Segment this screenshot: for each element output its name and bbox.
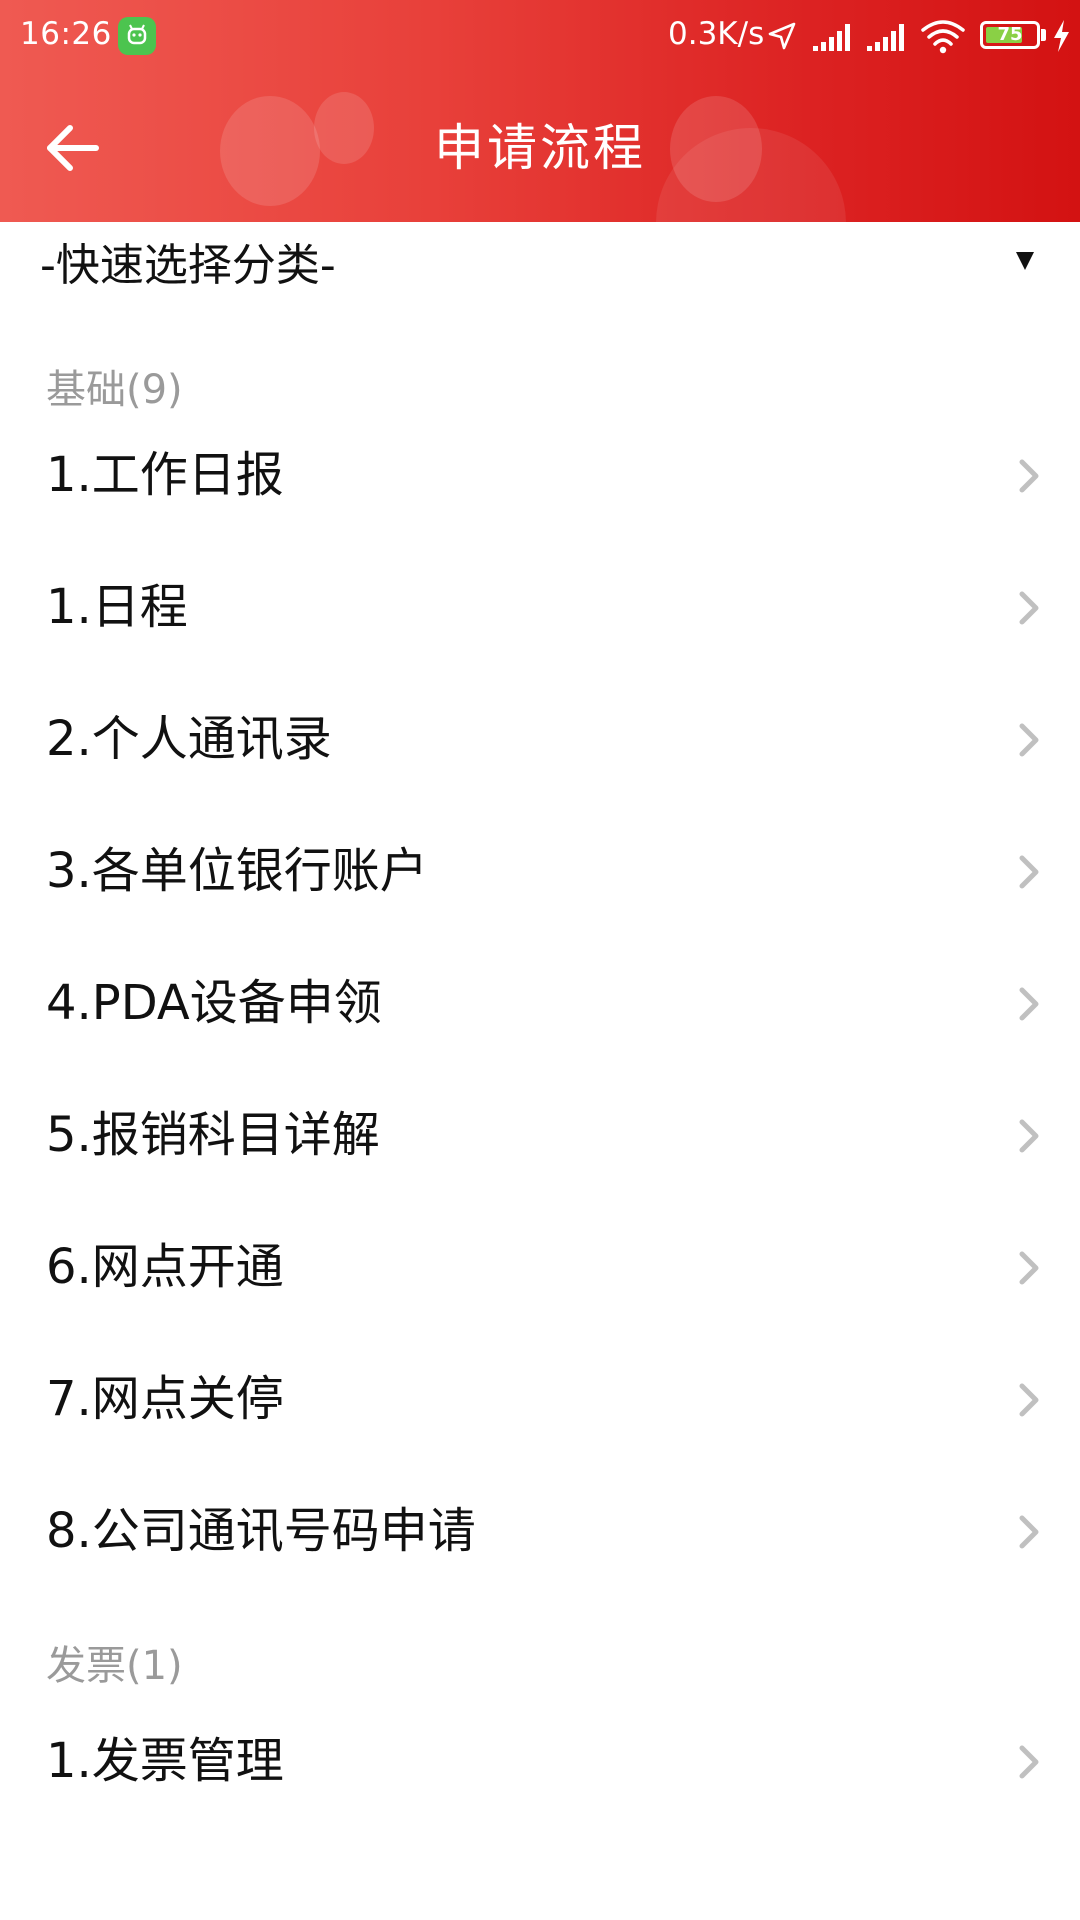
chevron-right-icon [1019, 1119, 1039, 1153]
signal-icon [813, 24, 850, 51]
header-bar: 16:26 0.3K/s 75 申请流程 [0, 0, 1080, 222]
battery-level: 75 [997, 24, 1023, 45]
category-select-value: -快速选择分类- [40, 240, 336, 291]
status-time: 16:26 [20, 16, 112, 52]
notification-app-icon [118, 17, 156, 55]
list-item[interactable]: 1.日程 [0, 542, 1080, 674]
location-icon [768, 22, 796, 50]
chevron-right-icon [1019, 987, 1039, 1021]
charging-icon [1054, 20, 1069, 52]
list-item-label: 1.发票管理 [46, 1733, 284, 1789]
list-item[interactable]: 1.工作日报 [0, 410, 1080, 542]
page-title: 申请流程 [434, 119, 646, 177]
network-speed: 0.3K/s [668, 16, 765, 52]
list-item-label: 5.报销科目详解 [46, 1107, 380, 1163]
list-item-label: 4.PDA设备申领 [46, 975, 382, 1031]
list-item-label: 7.网点关停 [46, 1371, 284, 1427]
list-item[interactable]: 8.公司通讯号码申请 [0, 1466, 1080, 1598]
list-item[interactable]: 7.网点关停 [0, 1334, 1080, 1466]
list-item[interactable]: 3.各单位银行账户 [0, 806, 1080, 938]
chevron-right-icon [1019, 591, 1039, 625]
chevron-right-icon [1019, 1515, 1039, 1549]
status-bar: 16:26 0.3K/s 75 [0, 0, 1080, 70]
list-item[interactable]: 2.个人通讯录 [0, 674, 1080, 806]
list-item-label: 6.网点开通 [46, 1239, 284, 1295]
list-item[interactable]: 4.PDA设备申领 [0, 938, 1080, 1070]
list-item[interactable]: 5.报销科目详解 [0, 1070, 1080, 1202]
list-item[interactable]: 6.网点开通 [0, 1202, 1080, 1334]
list-item-label: 1.工作日报 [46, 447, 284, 503]
battery-icon: 75 [980, 21, 1040, 49]
chevron-right-icon [1019, 459, 1039, 493]
list-item[interactable]: 1.发票管理 [0, 1696, 1080, 1828]
signal-icon [867, 24, 904, 51]
list-item-label: 1.日程 [46, 579, 188, 635]
list-item-label: 2.个人通讯录 [46, 711, 332, 767]
process-list: 基础(9) 1.工作日报 1.日程 2.个人通讯录 3.各单位银行账户 4.PD… [0, 312, 1080, 1828]
app-screen: 16:26 0.3K/s 75 申请流程 -快速选择分类- 基础(9) 1.工作… [0, 0, 1080, 1920]
battery-tip [1041, 29, 1046, 41]
chevron-right-icon [1019, 1251, 1039, 1285]
chevron-right-icon [1019, 1745, 1039, 1779]
chevron-right-icon [1019, 723, 1039, 757]
category-select[interactable]: -快速选择分类- [0, 222, 1080, 312]
dropdown-arrow-icon [1016, 252, 1034, 270]
chevron-right-icon [1019, 1383, 1039, 1417]
list-item-label: 3.各单位银行账户 [46, 843, 428, 899]
chevron-right-icon [1019, 855, 1039, 889]
wifi-icon [921, 20, 965, 54]
list-item-label: 8.公司通讯号码申请 [46, 1503, 476, 1559]
